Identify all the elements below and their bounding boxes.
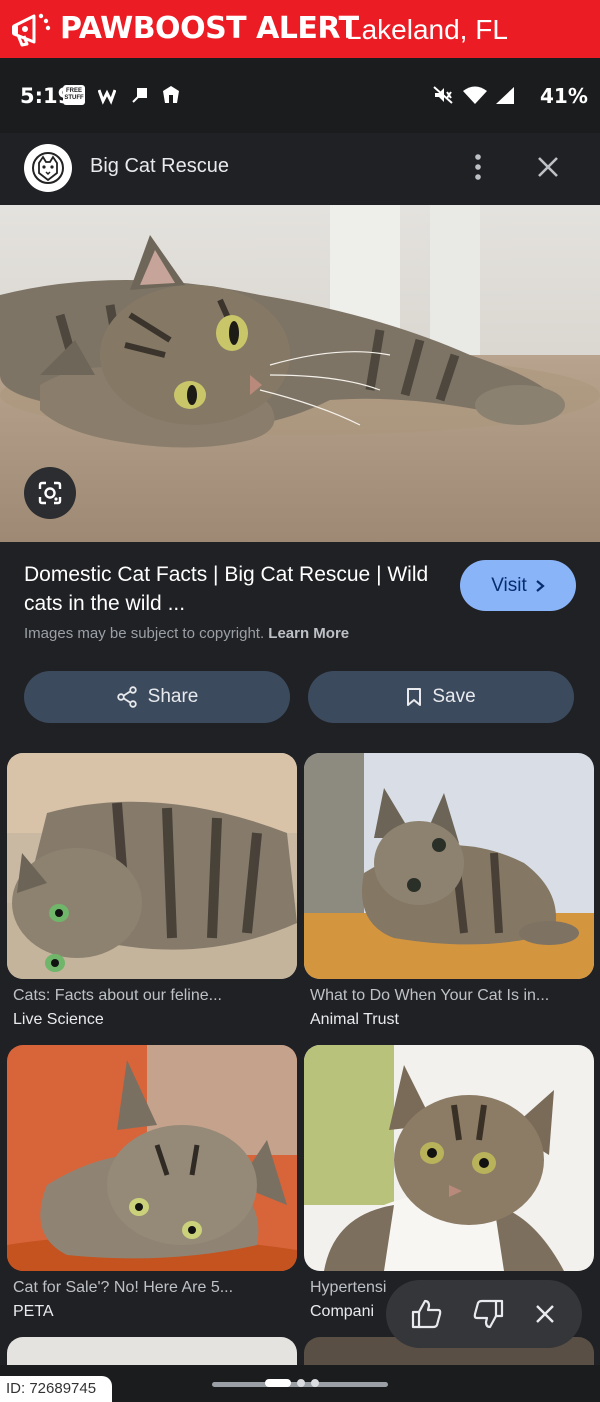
related-card[interactable]: What to Do When Your Cat Is in... Animal…: [304, 753, 594, 1029]
save-button[interactable]: Save: [308, 671, 574, 723]
related-card[interactable]: Cats: Facts about our feline... Live Sci…: [7, 753, 297, 1029]
w-app-icon: [98, 89, 116, 105]
related-title: What to Do When Your Cat Is in...: [310, 987, 550, 1004]
share-button[interactable]: Share: [24, 671, 290, 723]
close-icon[interactable]: [532, 151, 564, 183]
mute-icon: [433, 86, 453, 104]
share-label: Share: [147, 686, 199, 707]
save-label: Save: [432, 686, 476, 707]
tabby-cat-wood-floor-image: [304, 753, 594, 979]
free-stuff-badge: FREE STUFF: [63, 85, 85, 105]
pawboost-banner: PAWBOOST ALERT Lakeland, FL: [0, 0, 600, 58]
helmet-icon: [163, 86, 179, 103]
related-image[interactable]: [304, 753, 594, 979]
result-title[interactable]: Domestic Cat Facts | Big Cat Rescue | Wi…: [24, 560, 444, 618]
signal-icon: [496, 87, 514, 104]
visit-button[interactable]: Visit: [460, 560, 576, 611]
tabby-kitten-orange-image: [7, 1045, 297, 1271]
page-indicator: [265, 1379, 319, 1387]
related-card[interactable]: Cat for Sale'? No! Here Are 5... PETA: [7, 1045, 297, 1321]
tabby-cat-white-chest-image: [304, 1045, 594, 1271]
thumbs-up-icon[interactable]: [410, 1298, 444, 1330]
related-image[interactable]: [7, 1045, 297, 1271]
related-image[interactable]: [7, 753, 297, 979]
tabby-cat-lying-image: [0, 205, 600, 542]
free-stuff-label: FREE STUFF: [64, 88, 84, 101]
visit-label: Visit: [491, 574, 527, 596]
feedback-bar: [386, 1280, 582, 1348]
battery-level: 41%: [540, 84, 588, 108]
tiger-logo-icon: [32, 152, 64, 184]
brand-title: PAWBOOST ALERT: [60, 11, 359, 46]
share-icon: [116, 686, 137, 708]
alert-location: Lakeland, FL: [346, 14, 508, 45]
more-vert-icon[interactable]: [468, 151, 488, 183]
learn-more-link[interactable]: Learn More: [268, 625, 349, 642]
app-notification-icon: [132, 88, 147, 103]
lens-search-icon: [38, 481, 62, 505]
bookmark-icon: [407, 688, 422, 706]
related-image[interactable]: [304, 1045, 594, 1271]
status-bar: 5:19 FREE STUFF 41%: [0, 58, 600, 164]
related-title: Cat for Sale'? No! Here Are 5...: [13, 1279, 234, 1296]
thumbs-down-icon[interactable]: [471, 1298, 505, 1330]
related-source: PETA: [13, 1303, 54, 1320]
copyright-text: Images may be subject to copyright.: [24, 625, 265, 642]
related-title: Cats: Facts about our feline...: [13, 987, 222, 1004]
chevron-right-icon: [536, 579, 545, 592]
megaphone-paw-icon: [12, 13, 51, 47]
related-image-partial[interactable]: [7, 1337, 297, 1365]
viewer-header: Big Cat Rescue: [0, 133, 600, 205]
related-source: Animal Trust: [310, 1011, 399, 1028]
related-source: Live Science: [13, 1011, 104, 1028]
google-lens-button[interactable]: [24, 467, 76, 519]
wifi-icon: [463, 86, 487, 104]
site-avatar[interactable]: [24, 144, 72, 192]
main-cat-image[interactable]: [0, 205, 600, 542]
listing-id-tag: ID: 72689745: [0, 1376, 112, 1402]
dismiss-icon[interactable]: [532, 1301, 558, 1327]
tabby-cat-carpet-image: [7, 753, 297, 979]
site-name[interactable]: Big Cat Rescue: [90, 155, 229, 178]
copyright-notice: Images may be subject to copyright. Lear…: [24, 625, 349, 642]
